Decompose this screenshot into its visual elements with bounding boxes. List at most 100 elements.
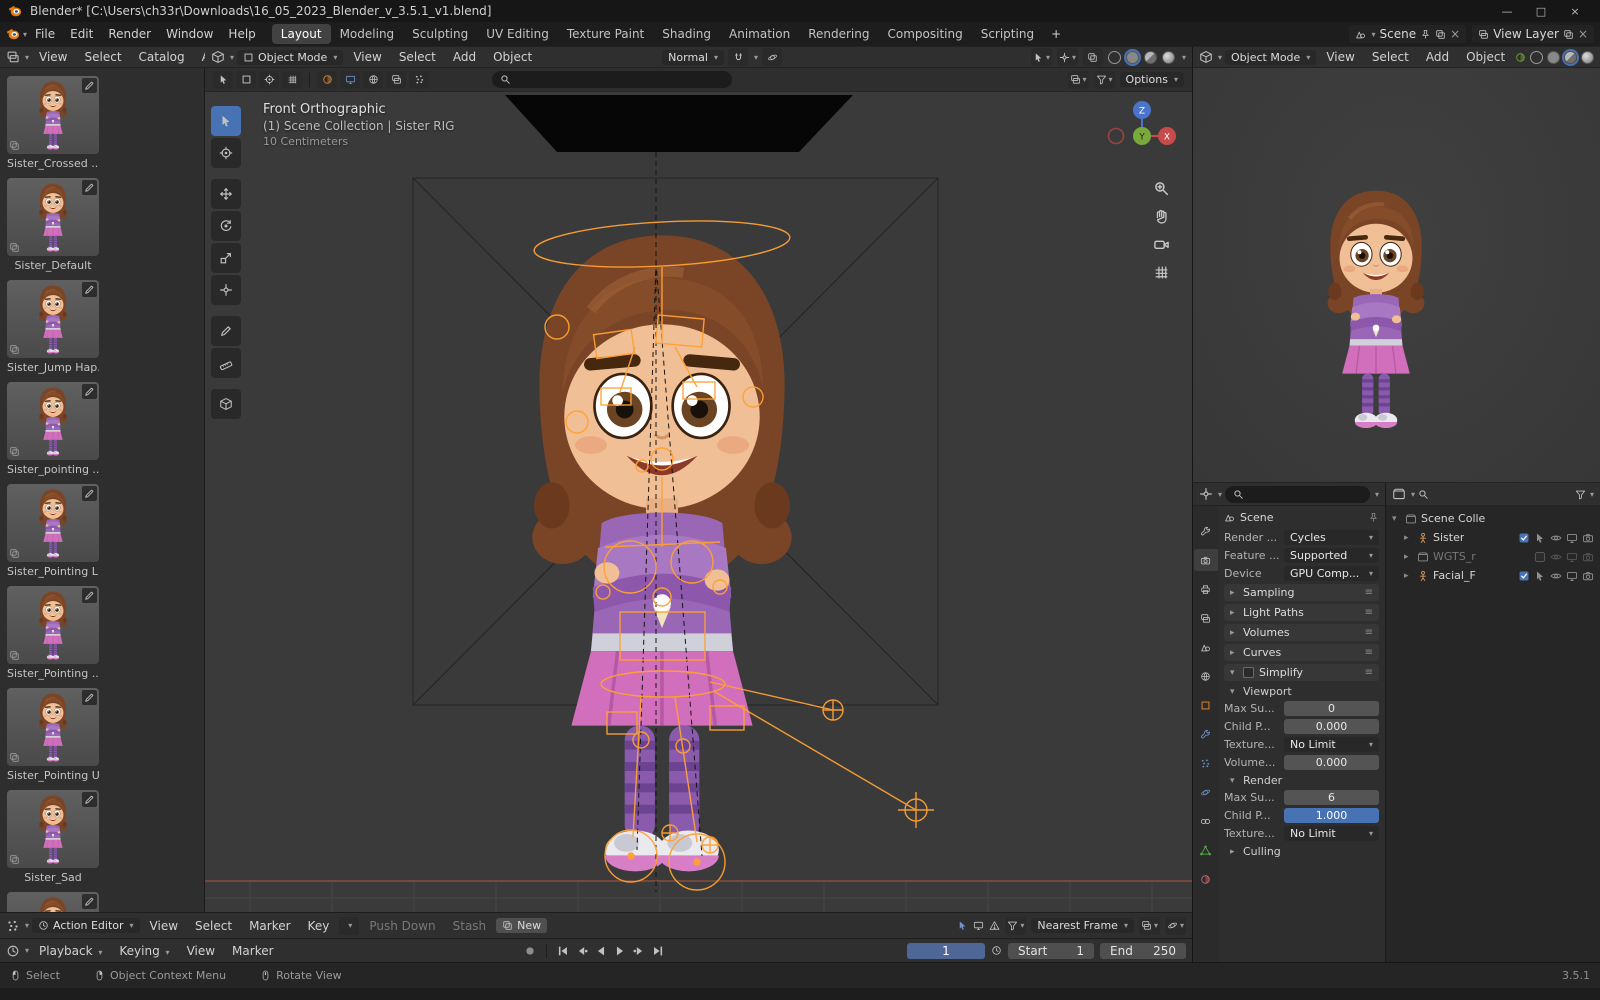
show-gizmo-dropdown[interactable]: ▾ [1031,48,1052,66]
simplify-value-field[interactable]: 0.000▾ [1284,755,1379,770]
asset-item[interactable]: Sister_Pointing ... [7,586,99,680]
disable-render-icon[interactable] [1582,532,1594,544]
edit-asset-icon[interactable] [82,282,97,297]
tab-tool[interactable] [1194,520,1218,542]
workspace-tab[interactable]: Scripting [972,24,1043,44]
frame-end-field[interactable]: End250 [1100,943,1186,959]
topbar-menu[interactable]: Window [159,25,220,43]
snap-frame-dropdown[interactable]: Nearest Frame▾ [1031,918,1134,933]
navigation-gizmo[interactable]: Z X Y [1104,98,1180,174]
move-tool[interactable] [211,179,241,209]
action-editor-mode-dropdown[interactable]: Action Editor▾ [32,918,140,933]
tab-constraints[interactable] [1194,810,1218,832]
properties-search-input[interactable] [1225,486,1370,503]
edit-asset-icon[interactable] [82,690,97,705]
asset-thumbnail[interactable] [7,484,99,562]
asset-item[interactable]: Sister_Sad [7,790,99,884]
hide-viewport-icon[interactable] [1550,551,1562,563]
asset-browser-menu[interactable]: View [32,48,74,66]
auto-keying-record-icon[interactable] [523,944,537,958]
outliner-row-wgts[interactable]: ▸ WGTS_r [1390,547,1596,566]
current-frame-field[interactable]: 1 [907,943,985,959]
section-menu-icon[interactable]: ≡ [1365,587,1373,598]
filter-funnel-dropdown[interactable]: ▾ [1005,917,1026,935]
simplify-section-header[interactable]: ▾ Simplify ≡ [1224,664,1379,681]
snap-toggle-button[interactable] [728,48,748,66]
screen-icon[interactable] [340,71,360,89]
options-dropdown[interactable]: Options▾ [1120,72,1184,87]
tab-modifiers[interactable] [1194,723,1218,745]
viewport-editor-icon[interactable] [211,50,225,64]
properties-section-header[interactable]: ▸ Volumes ≡ [1224,624,1379,641]
simplify-value-field[interactable]: No Limit▾ [1284,737,1379,752]
filter-funnel-dropdown[interactable]: ▾ [1094,71,1115,89]
asset-item[interactable]: Sister_Pointing L... [7,484,99,578]
preview-shading-material-button[interactable] [1564,51,1577,64]
hide-viewport-icon[interactable] [1550,532,1562,544]
outliner-row-sister[interactable]: ▸ Sister [1390,528,1596,547]
filter-funnel-icon[interactable] [1575,489,1586,500]
view-layer-selector[interactable]: View Layer × [1472,25,1594,43]
select-lasso-mode-button[interactable] [282,71,302,89]
texture-ball-icon[interactable] [317,71,337,89]
disable-viewports-icon[interactable] [1566,532,1578,544]
tweak-mode-button[interactable] [213,71,233,89]
asset-thumbnail[interactable] [7,76,99,154]
shading-solid-button[interactable] [1126,51,1139,64]
tab-scene[interactable] [1194,636,1218,658]
edit-asset-icon[interactable] [82,486,97,501]
workspace-tab[interactable]: Animation [720,24,799,44]
properties-section-header[interactable]: ▸ Curves ≡ [1224,644,1379,661]
simplify-checkbox[interactable] [1243,667,1254,678]
workspace-tab[interactable]: Texture Paint [558,24,653,44]
search-icon[interactable] [1418,489,1429,500]
hide-viewport-icon[interactable] [1550,570,1562,582]
tab-world[interactable] [1194,665,1218,687]
scene-selector[interactable]: ▾ Scene × [1349,25,1467,43]
remove-view-layer-icon[interactable]: × [1578,27,1588,41]
dope-sheet-menu[interactable]: View [143,917,185,935]
simplify-value-field[interactable]: No Limit▾ [1284,826,1379,841]
disable-viewports-icon[interactable] [1566,570,1578,582]
fcurve-dropdown[interactable]: ▾ [1165,917,1186,935]
preview-menu[interactable]: Object [1459,48,1512,66]
minimize-button[interactable]: — [1490,5,1524,18]
preview-shading-solid-button[interactable] [1547,51,1560,64]
blender-menu-icon[interactable] [6,27,20,41]
proportional-dropdown[interactable]: ▾ [1139,917,1160,935]
viewport-search-input[interactable] [492,71,732,88]
pin-icon[interactable] [1420,29,1431,40]
filter-list-dropdown[interactable]: ▾ [1068,71,1089,89]
asset-item[interactable]: Sister_Crossed ... [7,76,99,170]
simplify-render-subheader[interactable]: ▾Render [1230,774,1379,787]
section-menu-icon[interactable]: ≡ [1365,607,1373,618]
asset-item[interactable]: Sister_Jump Hap... [7,280,99,374]
camera-view-icon[interactable] [1153,236,1170,253]
asset-thumbnail[interactable] [7,382,99,460]
dope-sheet-editor-icon[interactable] [6,919,20,933]
only-selected-icon[interactable] [957,920,968,931]
play-reverse-button[interactable] [594,944,608,958]
asset-thumbnail[interactable] [7,280,99,358]
cursor-tool[interactable] [211,138,241,168]
tab-object[interactable] [1194,694,1218,716]
edit-asset-icon[interactable] [82,384,97,399]
layers-icon-button[interactable] [386,71,406,89]
viewport-menu[interactable]: View [346,48,388,66]
preview-menu[interactable]: Add [1419,48,1456,66]
shading-wireframe-button[interactable] [1108,51,1121,64]
transform-orientation-dropdown[interactable]: Normal▾ [662,50,724,65]
maximize-button[interactable]: □ [1524,5,1558,18]
copy-view-layer-icon[interactable] [1563,29,1574,40]
preview-menu[interactable]: View [1319,48,1361,66]
section-menu-icon[interactable]: ≡ [1365,667,1373,678]
properties-section-header[interactable]: ▸ Light Paths ≡ [1224,604,1379,621]
selectable-icon[interactable] [1534,532,1546,544]
dope-sheet-menu[interactable]: Marker [242,917,297,935]
play-button[interactable] [613,944,627,958]
proportional-editing-button[interactable] [762,48,782,66]
workspace-tab[interactable]: Sculpting [403,24,477,44]
disable-viewports-icon[interactable] [1566,551,1578,563]
simplify-value-field[interactable]: 1.000▾ [1284,808,1379,823]
select-circle-mode-button[interactable] [259,71,279,89]
